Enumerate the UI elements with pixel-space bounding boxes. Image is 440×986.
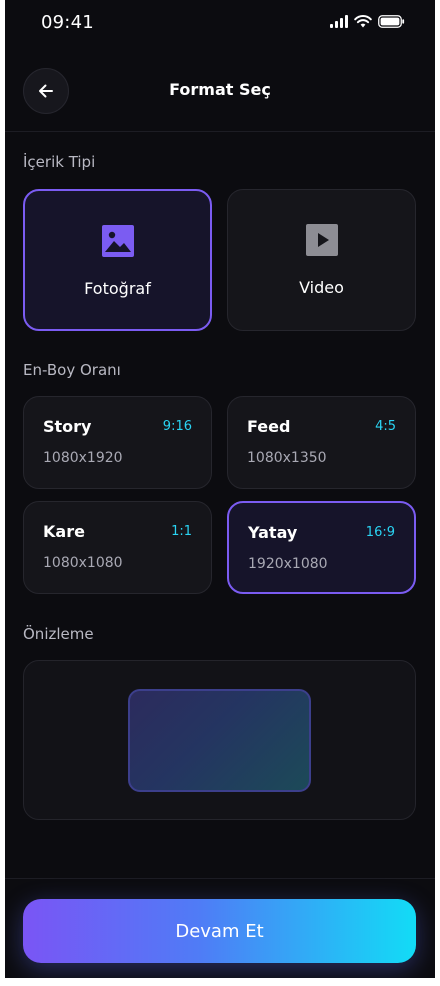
ratio-card-square[interactable]: Kare 1:1 1080x1080 xyxy=(23,501,212,594)
battery-icon xyxy=(378,15,405,28)
ratio-name: Kare xyxy=(43,522,85,541)
ratio-card-landscape[interactable]: Yatay 16:9 1920x1080 xyxy=(227,501,416,594)
ratio-value: 1:1 xyxy=(171,524,192,539)
ratio-value: 4:5 xyxy=(375,419,396,434)
preview-frame xyxy=(128,689,311,792)
preview-panel xyxy=(23,660,416,820)
ratio-name: Story xyxy=(43,417,92,436)
content-type-video-card[interactable]: Video xyxy=(227,189,416,331)
image-icon xyxy=(101,225,134,257)
status-time: 09:41 xyxy=(41,12,94,33)
ratio-resolution: 1080x1920 xyxy=(43,450,123,466)
content-type-photo-card[interactable]: Fotoğraf xyxy=(23,189,212,331)
bottom-bar: Devam Et xyxy=(5,878,435,978)
ratio-card-feed[interactable]: Feed 4:5 1080x1350 xyxy=(227,396,416,489)
photo-label: Fotoğraf xyxy=(84,279,151,298)
ratio-name: Feed xyxy=(247,417,291,436)
ratio-name: Yatay xyxy=(248,523,298,542)
ratio-card-story[interactable]: Story 9:16 1080x1920 xyxy=(23,396,212,489)
wifi-icon xyxy=(354,15,372,28)
ratio-value: 9:16 xyxy=(162,419,192,434)
ratio-resolution: 1920x1080 xyxy=(248,556,328,572)
ratio-resolution: 1080x1350 xyxy=(247,450,327,466)
status-bar: 09:41 xyxy=(5,0,435,46)
aspect-ratio-label: En-Boy Oranı xyxy=(23,361,121,379)
preview-label: Önizleme xyxy=(23,625,94,643)
ratio-value: 16:9 xyxy=(365,525,395,540)
page-title: Format Seç xyxy=(169,80,271,99)
video-label: Video xyxy=(299,278,344,297)
ratio-resolution: 1080x1080 xyxy=(43,555,123,571)
phone-screen: 09:41 Format Seç İçerik Tipi Fotoğraf Vi… xyxy=(5,0,435,978)
content-type-label: İçerik Tipi xyxy=(23,153,96,171)
status-icons xyxy=(330,15,405,28)
cellular-signal-icon xyxy=(330,15,348,28)
play-icon xyxy=(305,224,338,256)
continue-button[interactable]: Devam Et xyxy=(23,899,416,963)
header: Format Seç xyxy=(5,60,435,132)
